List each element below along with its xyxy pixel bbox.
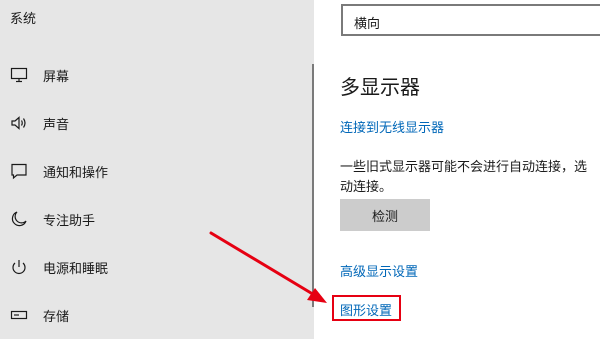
- orientation-value: 横向: [354, 17, 381, 32]
- speaker-icon: [10, 114, 28, 132]
- sidebar-scrollbar[interactable]: [312, 64, 314, 307]
- sidebar-title: 系统: [10, 12, 37, 27]
- notification-icon: [10, 162, 28, 180]
- moon-icon: [10, 210, 28, 228]
- annotation-highlight-box: [332, 295, 401, 321]
- sidebar-item-focus-assist[interactable]: 专注助手: [0, 199, 314, 239]
- sidebar-item-display[interactable]: 屏幕: [0, 55, 314, 95]
- sidebar-item-label: 通知和操作: [43, 166, 109, 181]
- power-icon: [10, 258, 28, 276]
- settings-window: 系统 屏幕 声音 通知和操作 专注助手 电源和睡眠 存储 横向 多显示器 连接到…: [0, 0, 600, 339]
- multi-display-description-line1: 一些旧式显示器可能不会进行自动连接，选: [340, 160, 588, 175]
- orientation-select[interactable]: 横向: [341, 4, 600, 36]
- sidebar-item-label: 屏幕: [43, 70, 70, 85]
- multi-display-title: 多显示器: [340, 75, 420, 99]
- sidebar: 系统 屏幕 声音 通知和操作 专注助手 电源和睡眠 存储: [0, 0, 314, 339]
- advanced-display-settings-link[interactable]: 高级显示设置: [340, 261, 418, 280]
- multi-display-description-line2: 动连接。: [340, 180, 393, 195]
- monitor-icon: [10, 66, 28, 84]
- sidebar-item-label: 声音: [43, 118, 70, 133]
- storage-icon: [10, 306, 28, 324]
- detect-button[interactable]: 检测: [340, 199, 430, 231]
- sidebar-item-label: 专注助手: [43, 214, 96, 229]
- connect-wireless-display-link[interactable]: 连接到无线显示器: [340, 117, 444, 136]
- sidebar-item-notifications[interactable]: 通知和操作: [0, 151, 314, 191]
- sidebar-item-sound[interactable]: 声音: [0, 103, 314, 143]
- sidebar-item-power-sleep[interactable]: 电源和睡眠: [0, 247, 314, 287]
- sidebar-item-label: 电源和睡眠: [43, 262, 109, 277]
- sidebar-item-storage[interactable]: 存储: [0, 295, 314, 335]
- sidebar-item-label: 存储: [43, 310, 70, 325]
